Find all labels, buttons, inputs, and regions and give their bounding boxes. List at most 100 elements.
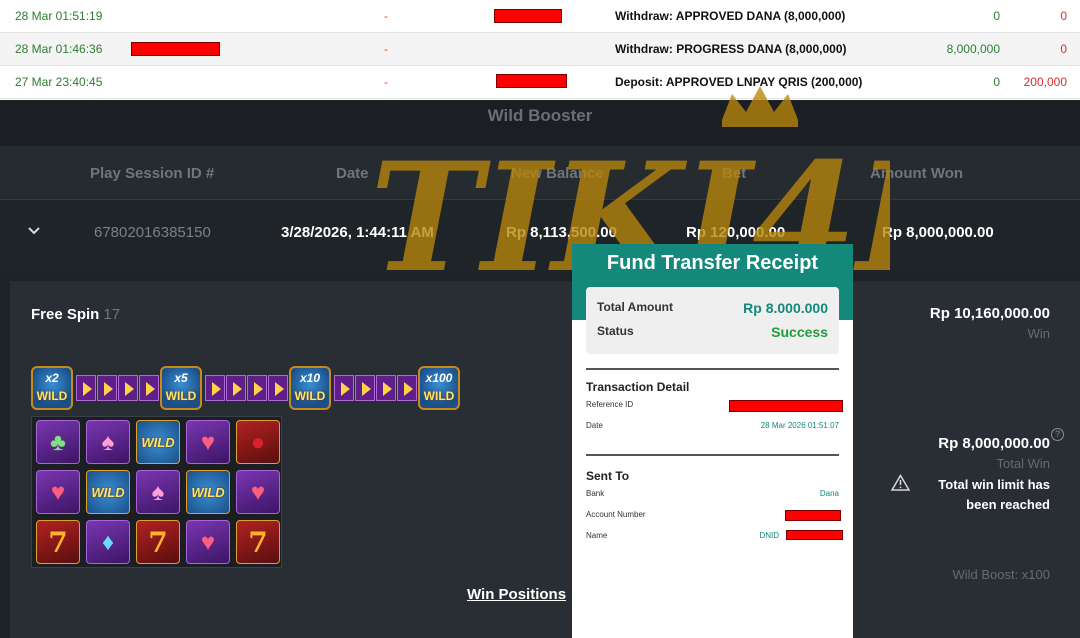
tx-value-2: 0 xyxy=(1060,42,1067,56)
multiplier-value: x10 xyxy=(299,371,321,385)
session-bet: Rp 120,000.00 xyxy=(686,224,786,241)
arrow-right-icon xyxy=(268,375,288,401)
arrow-right-icon xyxy=(334,375,354,401)
wild-multiplier-x2: x2 WILD xyxy=(31,366,73,410)
name-label: Name xyxy=(586,531,608,540)
status-label: Status xyxy=(597,324,634,338)
transaction-table: 28 Mar 01:51:19 - Withdraw: APPROVED DAN… xyxy=(0,0,1080,100)
win-limit-line-1: Total win limit has xyxy=(938,477,1050,492)
arrow-right-icon xyxy=(76,375,96,401)
redaction-bar xyxy=(494,9,562,23)
fund-transfer-receipt: Fund Transfer Receipt Total Amount Rp 8.… xyxy=(572,244,853,638)
column-header-bet: Bet xyxy=(722,165,747,182)
redaction-bar xyxy=(496,74,567,88)
divider xyxy=(586,454,839,456)
session-date: 3/28/2026, 1:44:11 AM xyxy=(281,224,434,241)
game-title: Wild Booster xyxy=(0,101,1080,146)
session-table-header: Play Session ID # Date New Balance Bet A… xyxy=(0,146,1080,200)
session-id: 67802016385150 xyxy=(94,224,211,241)
arrow-right-icon xyxy=(376,375,396,401)
receipt-title: Fund Transfer Receipt xyxy=(606,252,819,274)
tx-date: 28 Mar 01:46:36 xyxy=(15,42,103,56)
help-icon[interactable]: ? xyxy=(1051,428,1064,441)
redaction-bar xyxy=(729,400,843,412)
multiplier-wild-label: WILD xyxy=(165,389,197,403)
free-spin-count: 17 xyxy=(103,306,121,323)
free-spin-text: Free Spin xyxy=(31,306,100,323)
wild-boost-label: Wild Boost: x100 xyxy=(952,567,1050,582)
multiplier-wild-label: WILD xyxy=(423,389,455,403)
wild-multiplier-x100: x100 WILD xyxy=(418,366,460,410)
sent-to-heading: Sent To xyxy=(586,469,630,483)
column-header-amount-won: Amount Won xyxy=(870,165,964,182)
wild-symbol-icon: WILD xyxy=(136,420,180,464)
cherry-symbol-icon: ● xyxy=(236,420,280,464)
table-row[interactable]: 28 Mar 01:51:19 - Withdraw: APPROVED DAN… xyxy=(0,0,1080,33)
date-value: 28 Mar 2026 01:51:07 xyxy=(760,421,839,430)
wild-multiplier-x10: x10 WILD xyxy=(289,366,331,410)
heart-symbol-icon: ♥ xyxy=(236,470,280,514)
column-header-date: Date xyxy=(336,165,369,182)
arrow-right-icon xyxy=(139,375,159,401)
tx-dash: - xyxy=(384,75,388,89)
column-header-session-id: Play Session ID # xyxy=(90,165,215,182)
wild-symbol-icon: WILD xyxy=(186,470,230,514)
spade-symbol-icon: ♠ xyxy=(86,420,130,464)
date-label: Date xyxy=(586,421,603,430)
chevron-down-icon[interactable] xyxy=(27,223,41,239)
tx-date: 28 Mar 01:51:19 xyxy=(15,9,103,23)
redaction-bar xyxy=(131,42,220,56)
club-symbol-icon: ♣ xyxy=(36,420,80,464)
screenshot: 28 Mar 01:51:19 - Withdraw: APPROVED DAN… xyxy=(0,0,1080,638)
arrow-right-icon xyxy=(205,375,225,401)
warning-icon xyxy=(890,474,911,496)
heart-symbol-icon: ♥ xyxy=(186,520,230,564)
multiplier-wild-label: WILD xyxy=(36,389,68,403)
diamond-symbol-icon: ♦ xyxy=(86,520,130,564)
tx-value-1: 0 xyxy=(993,9,1000,23)
tx-value-2: 200,000 xyxy=(1023,75,1067,89)
wild-multiplier-track: x2 WILD x5 WILD x10 WILD x100 WILD xyxy=(31,366,461,410)
arrow-right-icon xyxy=(247,375,267,401)
seven-symbol-icon: 7 xyxy=(236,520,280,564)
heart-symbol-icon: ♥ xyxy=(186,420,230,464)
account-number-label: Account Number xyxy=(586,510,646,519)
table-row[interactable]: 28 Mar 01:46:36 - Withdraw: PROGRESS DAN… xyxy=(0,33,1080,66)
session-amount-won: Rp 8,000,000.00 xyxy=(882,224,994,241)
arrow-right-icon xyxy=(226,375,246,401)
transaction-detail-heading: Transaction Detail xyxy=(586,380,690,394)
tx-value-1: 0 xyxy=(993,75,1000,89)
spin-win-amount: Rp 10,160,000.00 xyxy=(929,305,1050,322)
spade-symbol-icon: ♠ xyxy=(136,470,180,514)
session-row[interactable]: 67802016385150 3/28/2026, 1:44:11 AM Rp … xyxy=(0,201,1080,273)
total-amount-label: Total Amount xyxy=(597,300,673,314)
multiplier-value: x100 xyxy=(425,371,453,385)
bank-value: Dana xyxy=(819,489,839,498)
tx-description: Withdraw: PROGRESS DANA (8,000,000) xyxy=(615,42,847,56)
reference-id-label: Reference ID xyxy=(586,400,634,409)
heart-symbol-icon: ♥ xyxy=(36,470,80,514)
total-win-label: Total Win xyxy=(996,456,1050,471)
total-win-amount: Rp 8,000,000.00 xyxy=(938,435,1050,452)
redaction-bar xyxy=(786,530,843,540)
arrow-right-icon xyxy=(118,375,138,401)
arrow-right-icon xyxy=(355,375,375,401)
slot-reels: ♣ ♠ WILD ♥ ● ♥ WILD ♠ WILD ♥ 7 ♦ 7 ♥ 7 xyxy=(31,416,282,568)
arrow-right-icon xyxy=(397,375,417,401)
name-prefix: DNID xyxy=(759,531,779,540)
tx-description: Withdraw: APPROVED DANA (8,000,000) xyxy=(615,9,846,23)
multiplier-value: x5 xyxy=(174,371,188,385)
tx-dash: - xyxy=(384,42,388,56)
tx-value-1: 8,000,000 xyxy=(946,42,1000,56)
free-spin-label: Free Spin 17 xyxy=(31,306,120,323)
multiplier-value: x2 xyxy=(45,371,59,385)
bank-label: Bank xyxy=(586,489,605,498)
divider xyxy=(586,368,839,370)
tx-dash: - xyxy=(384,9,388,23)
win-positions-link[interactable]: Win Positions xyxy=(467,586,566,603)
table-row[interactable]: 27 Mar 23:40:45 - Deposit: APPROVED LNPA… xyxy=(0,66,1080,99)
arrow-right-icon xyxy=(97,375,117,401)
wild-multiplier-x5: x5 WILD xyxy=(160,366,202,410)
tx-value-2: 0 xyxy=(1060,9,1067,23)
receipt-summary: Total Amount Rp 8.000.000 Status Success xyxy=(586,287,839,354)
